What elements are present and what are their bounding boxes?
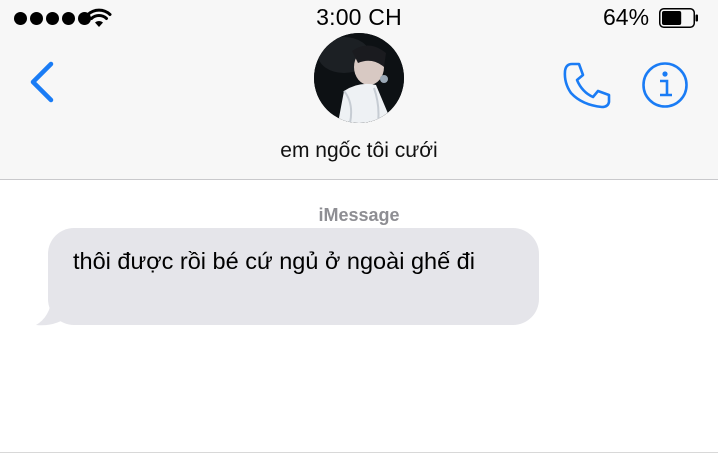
contact-avatar[interactable] — [314, 33, 404, 123]
back-button[interactable] — [26, 60, 58, 104]
message-text: thôi được rồi bé cứ ngủ ở ngoài ghế đi — [73, 248, 475, 274]
battery-icon — [659, 8, 698, 28]
chevron-left-icon — [30, 61, 54, 103]
service-label: iMessage — [318, 205, 400, 225]
battery-percentage: 64% — [603, 4, 650, 30]
contact-name[interactable]: em ngốc tôi cưới — [0, 139, 718, 163]
status-bar: 3:00 CH 64% — [0, 0, 718, 36]
call-button[interactable] — [560, 60, 612, 110]
divider — [0, 452, 718, 453]
phone-icon — [563, 62, 611, 109]
incoming-message-bubble[interactable]: thôi được rồi bé cứ ngủ ở ngoài ghế đi — [48, 228, 539, 325]
header: 3:00 CH 64% em ngốc tôi cưới — [0, 0, 718, 180]
info-icon — [642, 62, 688, 108]
info-button[interactable] — [641, 61, 689, 109]
message-thread[interactable]: iMessage thôi được rồi bé cứ ngủ ở ngoài… — [0, 181, 718, 455]
